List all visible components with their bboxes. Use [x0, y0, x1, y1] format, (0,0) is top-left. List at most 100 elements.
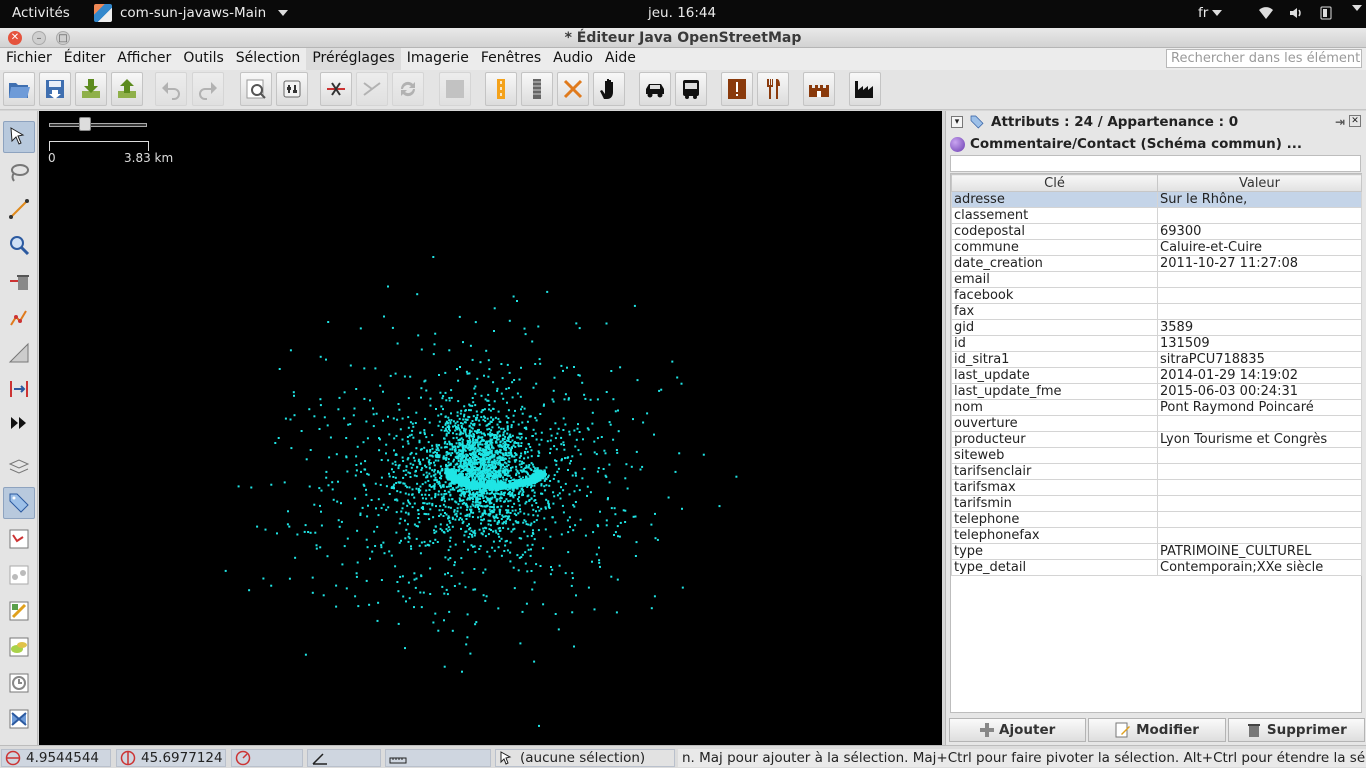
map-node[interactable]	[502, 431, 505, 434]
map-node[interactable]	[463, 413, 466, 416]
map-node[interactable]	[441, 585, 444, 588]
map-node[interactable]	[529, 446, 532, 448]
map-node[interactable]	[491, 433, 494, 436]
map-node[interactable]	[573, 645, 575, 648]
delete-mode-button[interactable]	[3, 265, 35, 297]
map-node[interactable]	[487, 461, 490, 464]
map-node[interactable]	[493, 475, 496, 478]
map-node[interactable]	[465, 643, 468, 646]
map-node[interactable]	[436, 456, 439, 459]
map-node[interactable]	[309, 531, 312, 534]
map-node[interactable]	[549, 452, 551, 455]
map-node[interactable]	[449, 557, 452, 560]
map-node[interactable]	[535, 563, 538, 566]
map-node[interactable]	[502, 476, 504, 479]
map-node[interactable]	[533, 538, 536, 541]
map-node[interactable]	[521, 470, 524, 473]
map-node[interactable]	[420, 506, 423, 509]
map-node[interactable]	[491, 546, 494, 549]
map-node[interactable]	[394, 372, 397, 375]
map-node[interactable]	[554, 521, 557, 524]
map-node[interactable]	[508, 454, 511, 457]
map-node[interactable]	[535, 438, 538, 441]
map-node[interactable]	[563, 398, 566, 401]
map-node[interactable]	[448, 519, 451, 522]
map-node[interactable]	[248, 589, 251, 592]
map-node[interactable]	[474, 588, 477, 591]
map-node[interactable]	[463, 427, 465, 430]
map-node[interactable]	[443, 497, 446, 500]
map-node[interactable]	[468, 532, 471, 535]
map-node[interactable]	[448, 610, 451, 613]
map-node[interactable]	[510, 530, 513, 533]
map-node[interactable]	[472, 423, 474, 426]
map-node[interactable]	[476, 439, 479, 442]
map-node[interactable]	[405, 600, 407, 603]
map-node[interactable]	[478, 428, 480, 431]
map-node[interactable]	[632, 418, 634, 421]
map-node[interactable]	[578, 327, 581, 330]
map-node[interactable]	[380, 507, 383, 510]
map-node[interactable]	[439, 513, 442, 516]
map-node[interactable]	[540, 507, 543, 510]
map-node[interactable]	[477, 516, 479, 519]
map-node[interactable]	[326, 424, 329, 427]
map-node[interactable]	[431, 469, 434, 472]
map-node[interactable]	[568, 433, 571, 436]
map-node[interactable]	[385, 443, 388, 446]
map-node[interactable]	[415, 452, 418, 455]
map-node[interactable]	[564, 457, 566, 460]
map-node[interactable]	[463, 540, 466, 543]
map-node[interactable]	[448, 349, 451, 352]
table-row[interactable]: id_sitra1 sitraPCU718835	[951, 351, 1362, 368]
map-node[interactable]	[584, 397, 587, 400]
map-node[interactable]	[440, 475, 443, 477]
map-node[interactable]	[523, 457, 526, 460]
map-node[interactable]	[586, 485, 589, 488]
map-node[interactable]	[464, 449, 467, 452]
map-node[interactable]	[540, 483, 543, 486]
map-node[interactable]	[395, 498, 398, 501]
map-node[interactable]	[577, 449, 580, 452]
map-node[interactable]	[455, 436, 458, 439]
map-node[interactable]	[465, 473, 467, 476]
map-node[interactable]	[456, 411, 459, 414]
map-node[interactable]	[320, 524, 323, 527]
map-node[interactable]	[480, 462, 483, 465]
map-node[interactable]	[353, 407, 356, 410]
map-node[interactable]	[480, 416, 483, 419]
map-node[interactable]	[409, 375, 412, 378]
map-node[interactable]	[503, 550, 506, 552]
column-header-value[interactable]: Valeur	[1157, 174, 1362, 192]
map-node[interactable]	[427, 513, 430, 516]
map-node[interactable]	[489, 500, 491, 503]
tag-value-cell[interactable]: 69300	[1157, 223, 1362, 240]
tag-key-cell[interactable]: classement	[951, 207, 1158, 224]
map-node[interactable]	[612, 438, 615, 441]
map-node[interactable]	[549, 428, 552, 431]
map-node[interactable]	[523, 512, 526, 515]
map-node[interactable]	[534, 416, 537, 419]
map-node[interactable]	[363, 367, 366, 370]
map-node[interactable]	[451, 498, 454, 501]
map-node[interactable]	[506, 549, 509, 552]
map-node[interactable]	[469, 409, 472, 412]
map-node[interactable]	[497, 469, 500, 472]
map-node[interactable]	[511, 455, 514, 458]
map-node[interactable]	[534, 432, 537, 435]
map-node[interactable]	[444, 556, 447, 559]
map-node[interactable]	[459, 455, 462, 458]
map-node[interactable]	[510, 426, 513, 429]
map-node[interactable]	[415, 537, 418, 540]
tag-key-cell[interactable]: type_detail	[951, 559, 1158, 576]
map-node[interactable]	[520, 436, 523, 439]
map-node[interactable]	[436, 447, 439, 450]
map-node[interactable]	[435, 408, 437, 410]
map-node[interactable]	[409, 476, 412, 478]
map-node[interactable]	[473, 430, 476, 433]
map-node[interactable]	[408, 532, 411, 535]
map-node[interactable]	[374, 367, 377, 370]
map-node[interactable]	[427, 460, 430, 463]
map-node[interactable]	[436, 451, 438, 454]
map-node[interactable]	[529, 476, 533, 479]
